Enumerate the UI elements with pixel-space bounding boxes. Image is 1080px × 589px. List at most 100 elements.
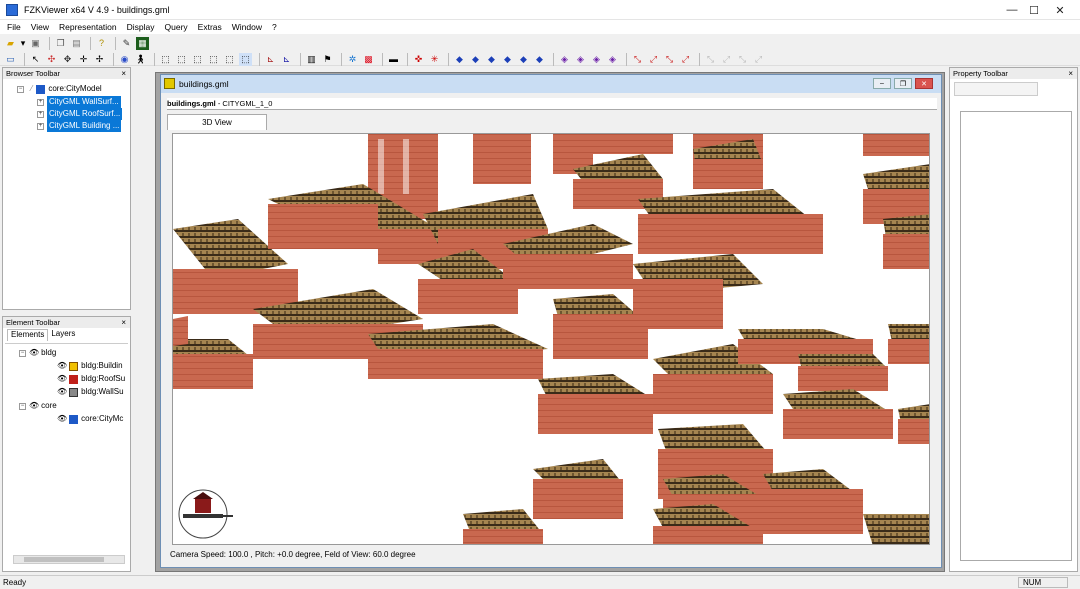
tools-icon[interactable]: ✎ — [120, 37, 133, 50]
tab-3d-view[interactable]: 3D View — [167, 114, 267, 130]
cube-front-icon[interactable]: ⬚ — [159, 53, 172, 66]
num-lock-indicator: NUM — [1018, 577, 1068, 588]
select-pointer-icon[interactable]: ↖ — [29, 53, 42, 66]
eye-icon[interactable]: 👁︎ — [57, 386, 67, 398]
query-icon[interactable]: ? — [95, 37, 108, 50]
close-icon[interactable]: × — [121, 317, 126, 328]
menu-display[interactable]: Display — [122, 22, 160, 32]
orbit-icon[interactable]: ✣ — [45, 53, 58, 66]
save-icon[interactable]: ▣ — [29, 37, 42, 50]
rot-1-icon[interactable]: ◈ — [558, 53, 571, 66]
axis-icon[interactable]: ⊾ — [264, 53, 277, 66]
dropdown-arrow-icon[interactable]: ▾ — [20, 37, 26, 50]
element-tabs: Elements Layers — [7, 329, 78, 341]
tree-item[interactable]: 👁︎ bldg:RoofSu — [57, 373, 125, 385]
expand-2-icon[interactable]: ⤢ — [647, 53, 660, 66]
collapse-icon[interactable]: − — [17, 85, 24, 93]
menu-view[interactable]: View — [26, 22, 54, 32]
menu-window[interactable]: Window — [227, 22, 267, 32]
eye-icon[interactable]: 👁︎ — [57, 360, 67, 372]
rot-4-icon[interactable]: ◈ — [606, 53, 619, 66]
3d-viewport[interactable] — [172, 133, 930, 545]
expand-4-icon[interactable]: ⤢ — [679, 53, 692, 66]
expand-1-icon[interactable]: ⤡ — [631, 53, 644, 66]
close-icon[interactable]: × — [1068, 68, 1073, 79]
eye-icon[interactable]: 👁︎ — [57, 373, 67, 385]
tab-elements[interactable]: Elements — [7, 329, 49, 341]
citymodel-icon — [69, 414, 79, 424]
nav-2-icon[interactable]: ◆ — [469, 53, 482, 66]
copy-icon[interactable]: ❐ — [54, 37, 67, 50]
rot-3-icon[interactable]: ◈ — [590, 53, 603, 66]
horizontal-scrollbar[interactable] — [13, 555, 125, 564]
cube-top-icon[interactable]: ⬚ — [223, 53, 236, 66]
expand-3-icon[interactable]: ⤡ — [663, 53, 676, 66]
expand-icon[interactable]: + — [37, 98, 44, 106]
navigation-compass[interactable] — [178, 489, 233, 539]
close-icon[interactable]: × — [121, 68, 126, 79]
pan-icon[interactable]: ✥ — [61, 53, 74, 66]
element-toolbar-panel: Element Toolbar × Elements Layers − 👁︎ b… — [2, 316, 131, 572]
walk-icon[interactable]: 🚶︎ — [134, 53, 147, 66]
paste-icon[interactable]: ▤ — [70, 37, 83, 50]
nav-4-icon[interactable]: ◆ — [501, 53, 514, 66]
collapse-icon[interactable]: − — [19, 402, 26, 410]
nav-5-icon[interactable]: ◆ — [517, 53, 530, 66]
image-icon[interactable]: ▦ — [136, 36, 149, 50]
view-icon[interactable]: ▭ — [4, 53, 17, 66]
menu-file[interactable]: File — [2, 22, 26, 32]
fly-icon[interactable]: ◉ — [118, 53, 131, 66]
menu-extras[interactable]: Extras — [193, 22, 227, 32]
menu-representation[interactable]: Representation — [54, 22, 122, 32]
status-bar: Ready NUM — [0, 575, 1080, 589]
cube-back-icon[interactable]: ⬚ — [175, 53, 188, 66]
doc-restore-button[interactable]: ❐ — [894, 78, 912, 89]
doc-close-button[interactable]: ✕ — [915, 78, 933, 89]
open-folder-icon[interactable]: ▰ — [4, 37, 17, 50]
cube-left-icon[interactable]: ⬚ — [191, 53, 204, 66]
close-button[interactable]: ✕ — [1040, 0, 1080, 20]
browser-toolbar-title: Browser Toolbar × — [3, 68, 130, 79]
buildings — [173, 134, 929, 544]
grid-icon[interactable]: ▥ — [305, 53, 318, 66]
tree-item-label: CityGML RoofSurf... — [47, 108, 123, 120]
nav-3-icon[interactable]: ◆ — [485, 53, 498, 66]
tab-layers[interactable]: Layers — [48, 329, 78, 341]
crosshair-icon[interactable]: ✜ — [412, 53, 425, 66]
light-icon[interactable]: ✲ — [346, 53, 359, 66]
tree-group[interactable]: − 👁︎ core — [19, 400, 57, 412]
target-icon[interactable]: ✳ — [428, 53, 441, 66]
tree-item[interactable]: + CityGML WallSurf... — [37, 96, 121, 108]
disabled-4-icon: ⤢ — [754, 53, 763, 64]
menu-help[interactable]: ? — [267, 22, 282, 32]
tree-group[interactable]: − 👁︎ bldg — [19, 347, 56, 359]
menu-query[interactable]: Query — [160, 22, 193, 32]
tree-root[interactable]: − ⁄ core:CityModel — [17, 83, 102, 95]
cube-right-icon[interactable]: ⬚ — [207, 53, 220, 66]
eye-icon[interactable]: 👁︎ — [29, 400, 39, 412]
nav-1-icon[interactable]: ◆ — [453, 53, 466, 66]
tree-item[interactable]: + CityGML RoofSurf... — [37, 108, 123, 120]
tree-item[interactable]: + CityGML Building ... — [37, 120, 122, 132]
flag-icon[interactable]: ⚑ — [321, 53, 334, 66]
zoom-icon[interactable]: ✢ — [93, 53, 106, 66]
doc-minimize-button[interactable]: – — [873, 78, 891, 89]
measure-icon[interactable]: ▬ — [387, 53, 400, 66]
axis-alt-icon[interactable]: ⊾ — [280, 53, 293, 66]
breadcrumb-model: - CITYGML_1_0 — [215, 99, 273, 108]
expand-icon[interactable]: + — [37, 122, 44, 130]
tree-item[interactable]: 👁︎ core:CityMc — [57, 413, 123, 425]
tree-item[interactable]: 👁︎ bldg:Buildin — [57, 360, 123, 372]
collapse-icon[interactable]: − — [19, 349, 26, 357]
disabled-2-icon: ⤢ — [722, 53, 731, 64]
cube-iso-icon[interactable]: ⬚ — [239, 52, 252, 66]
rot-2-icon[interactable]: ◈ — [574, 53, 587, 66]
color-icon[interactable]: ▩ — [362, 53, 375, 66]
tree-item[interactable]: 👁︎ bldg:WallSu — [57, 386, 124, 398]
eye-icon[interactable]: 👁︎ — [29, 347, 39, 359]
eye-icon[interactable]: 👁︎ — [57, 413, 67, 425]
property-tabs[interactable] — [954, 82, 1038, 96]
move-icon[interactable]: ✛ — [77, 53, 90, 66]
expand-icon[interactable]: + — [37, 110, 44, 118]
nav-6-icon[interactable]: ◆ — [533, 53, 546, 66]
